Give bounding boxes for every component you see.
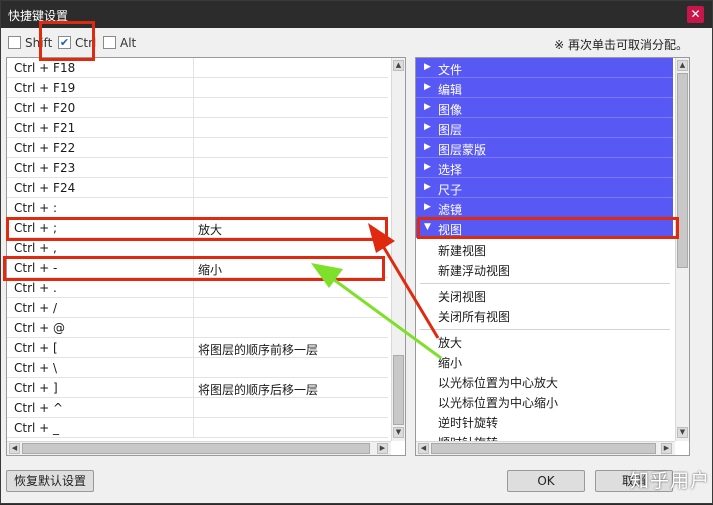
red-arrow-line [381, 245, 440, 339]
red-arrow-head [368, 223, 395, 253]
shortcut-settings-dialog: 快捷键设置 ✕ Shift ✔ Ctrl Alt ※ 再次单击可取消分配。 Ct… [0, 0, 713, 504]
watermark: 知乎用户 [629, 470, 710, 492]
annotation-arrows [311, 223, 442, 360]
